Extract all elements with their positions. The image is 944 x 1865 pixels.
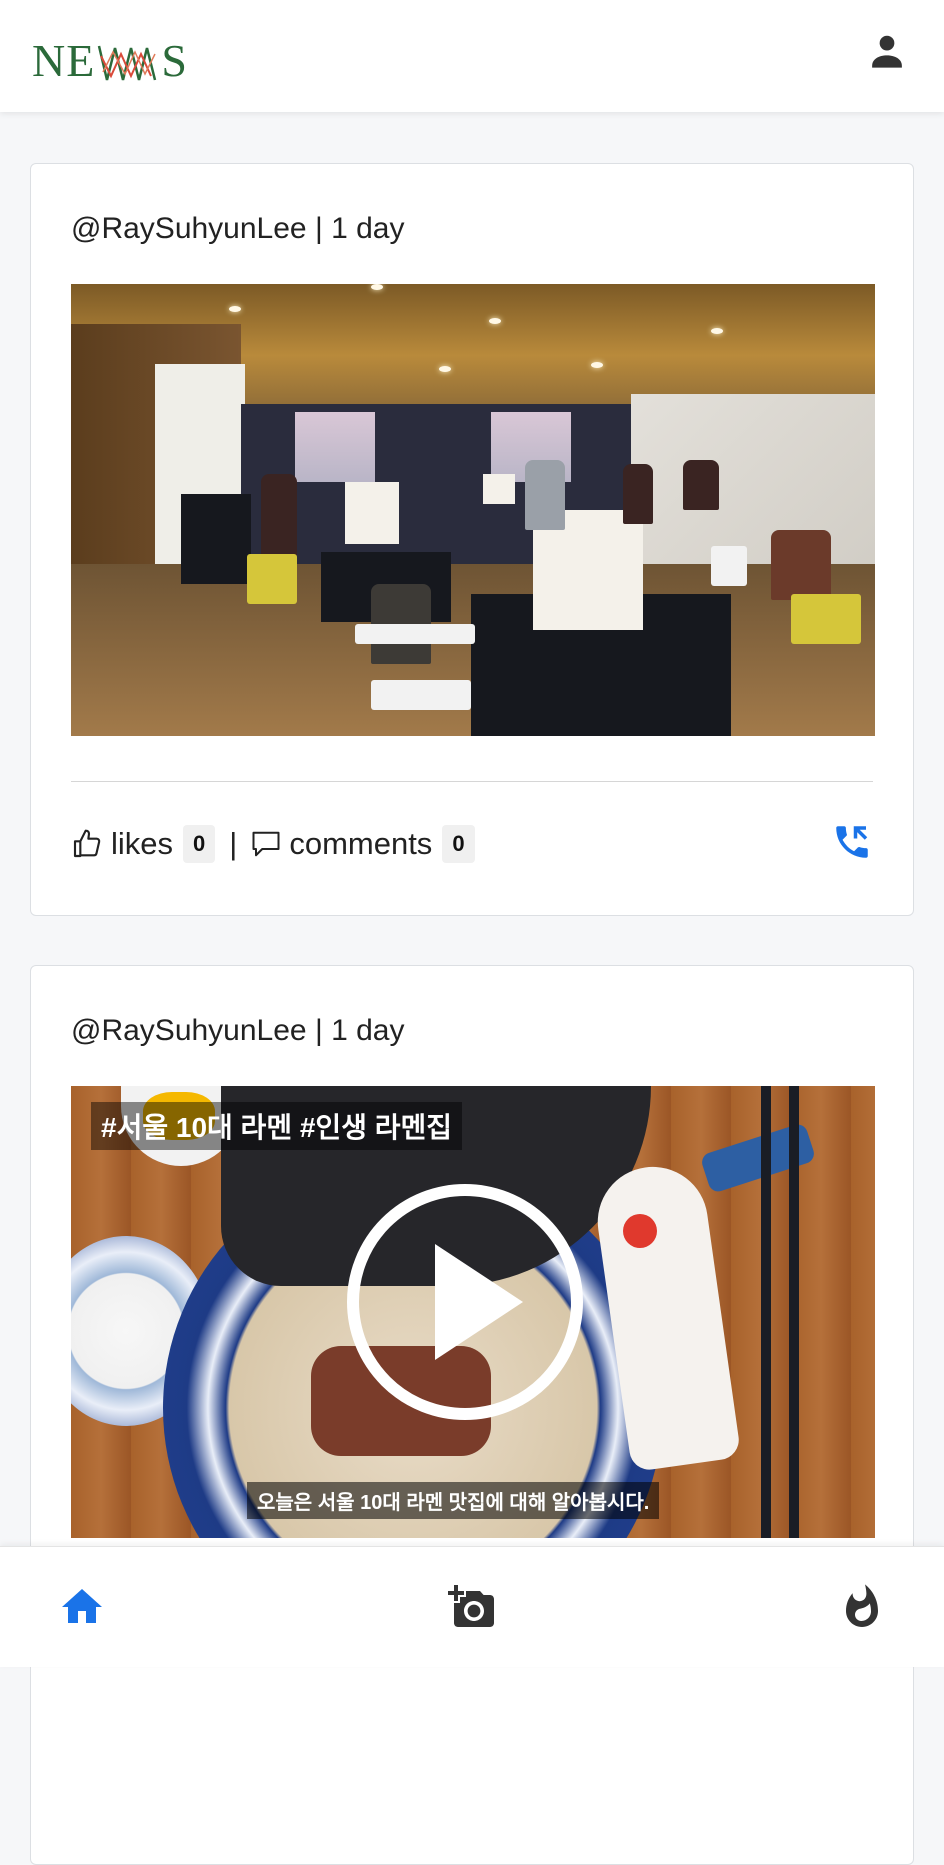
logo-text-left: NE: [32, 35, 96, 86]
comments-label: comments: [289, 826, 433, 861]
add-photo-icon[interactable]: [448, 1583, 496, 1631]
app-header: NE S: [0, 0, 944, 112]
bottom-nav: [0, 1546, 944, 1667]
comment-button[interactable]: comments 0: [251, 825, 475, 863]
post-photo[interactable]: [71, 284, 875, 736]
phone-callback-icon[interactable]: [831, 821, 873, 863]
video-caption-top: #서울 10대 라멘 #인생 라멘집: [91, 1102, 463, 1150]
news-logo[interactable]: NE S: [32, 36, 188, 84]
likes-count-badge: 0: [183, 825, 216, 863]
post-card: @RaySuhyunLee | 1 day likes 0 | comments…: [30, 163, 914, 916]
like-button[interactable]: likes 0: [71, 825, 216, 863]
post-actions: likes 0 | comments 0: [71, 819, 873, 869]
post-card: @RaySuhyunLee | 1 day #서울 10대 라멘 #인생 라멘집…: [30, 965, 914, 1865]
thumbs-up-icon: [73, 829, 101, 858]
video-caption-bottom: 오늘은 서울 10대 라멘 맛집에 대해 알아봅시다.: [247, 1482, 660, 1519]
logo-text-right: S: [161, 35, 188, 86]
post-video[interactable]: #서울 10대 라멘 #인생 라멘집 오늘은 서울 10대 라멘 맛집에 대해 …: [71, 1086, 875, 1538]
post-meta: @RaySuhyunLee | 1 day: [71, 212, 405, 245]
home-icon[interactable]: [58, 1583, 106, 1631]
post-meta: @RaySuhyunLee | 1 day: [71, 1014, 405, 1047]
play-icon[interactable]: [345, 1182, 585, 1422]
user-icon[interactable]: [866, 30, 908, 72]
comment-icon: [252, 831, 280, 857]
fire-icon[interactable]: [838, 1583, 886, 1631]
action-separator: |: [229, 826, 238, 861]
logo-wave-mark: [97, 42, 159, 84]
comments-count-badge: 0: [442, 825, 475, 863]
post-divider: [71, 781, 873, 782]
likes-label: likes: [111, 826, 174, 861]
